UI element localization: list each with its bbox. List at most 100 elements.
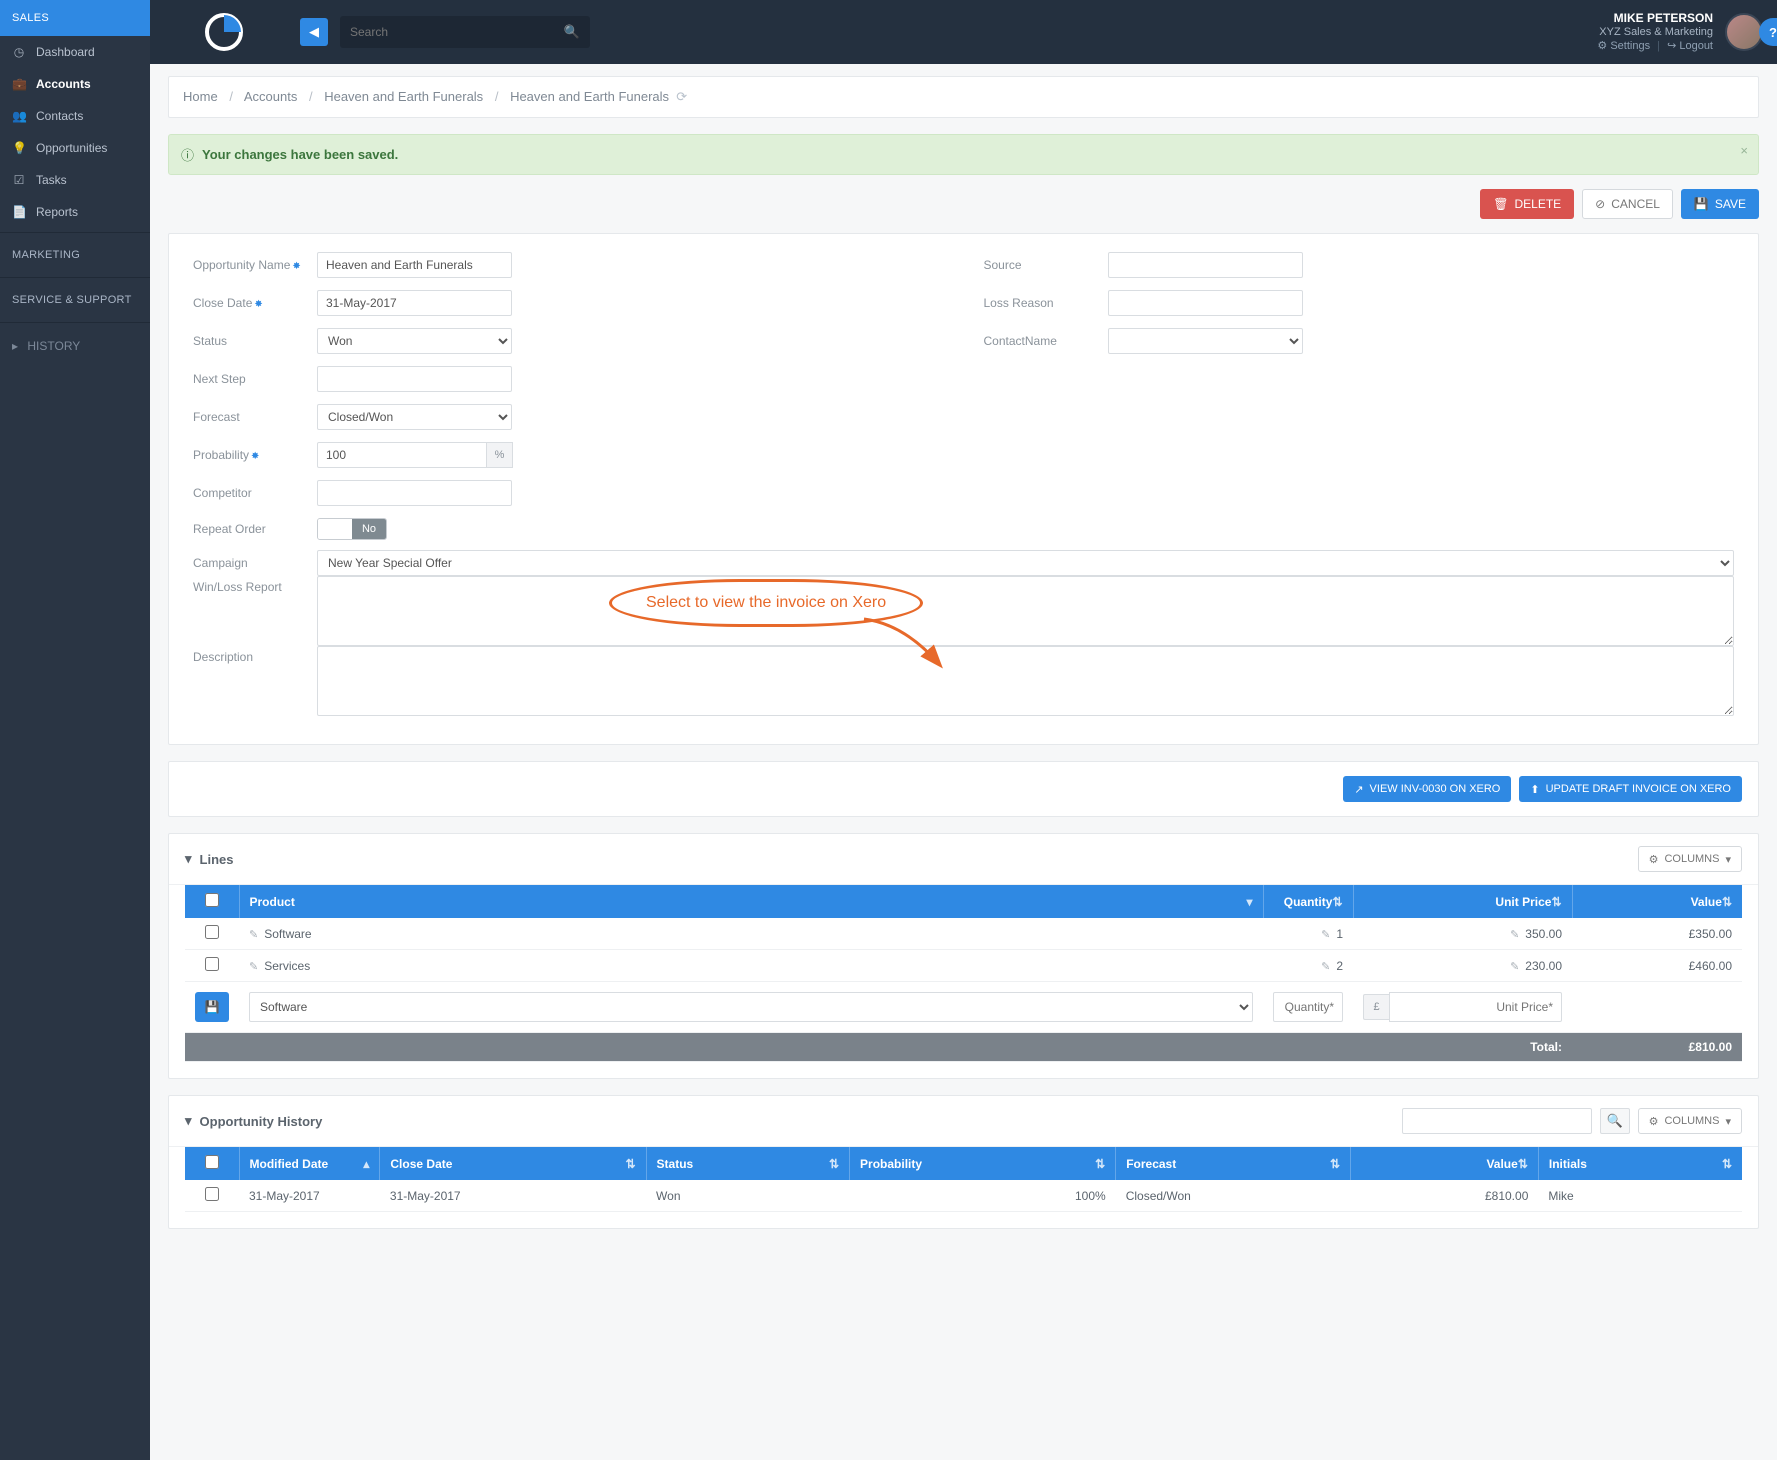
competitor-input[interactable] [317, 480, 512, 506]
lines-header-quantity[interactable]: Quantity⇅ [1263, 885, 1353, 918]
nav-section-marketing[interactable]: MARKETING [0, 237, 150, 273]
cell-quantity: 1 [1336, 927, 1343, 941]
row-checkbox[interactable] [205, 957, 219, 971]
delete-label: DELETE [1514, 197, 1561, 211]
breadcrumb-home[interactable]: Home [183, 89, 218, 104]
lines-columns-button[interactable]: ⚙ COLUMNS ▾ [1638, 846, 1742, 872]
label-loss-reason: Loss Reason [984, 296, 1094, 310]
table-row[interactable]: 31-May-2017 31-May-2017 Won 100% Closed/… [185, 1180, 1742, 1212]
breadcrumb-account[interactable]: Heaven and Earth Funerals [324, 89, 483, 104]
forecast-select[interactable]: Closed/Won [317, 404, 512, 430]
history-header-checkbox[interactable] [185, 1147, 239, 1180]
sort-asc-icon: ▴ [363, 1157, 369, 1171]
add-unitprice-input[interactable] [1389, 992, 1562, 1022]
chevron-down-icon: ▾ [1725, 853, 1731, 866]
sidebar-item-contacts[interactable]: 👥 Contacts [0, 100, 150, 132]
repeat-order-toggle[interactable]: No [317, 518, 387, 540]
sidebar-item-label: Accounts [36, 77, 91, 91]
cell-product: Software [264, 927, 311, 941]
sidebar-item-dashboard[interactable]: ◷ Dashboard [0, 36, 150, 68]
status-select[interactable]: Won [317, 328, 512, 354]
ban-icon: ⊘ [1595, 197, 1605, 211]
delete-button[interactable]: 🗑 DELETE [1480, 189, 1574, 219]
loss-reason-input[interactable] [1108, 290, 1303, 316]
campaign-select[interactable]: New Year Special Offer [317, 550, 1734, 576]
logout-link[interactable]: Logout [1679, 40, 1713, 52]
save-button[interactable]: 💾 SAVE [1681, 189, 1759, 219]
history-header-probability[interactable]: Probability⇅ [850, 1147, 1116, 1180]
history-header-initials[interactable]: Initials⇅ [1538, 1147, 1742, 1180]
sort-icon: ⇅ [625, 1157, 635, 1171]
save-alert: ⓘ Your changes have been saved. × [168, 134, 1759, 175]
row-checkbox[interactable] [205, 1187, 219, 1201]
pencil-icon[interactable]: ✎ [1321, 929, 1330, 941]
probability-input[interactable] [317, 442, 487, 468]
sidebar-item-reports[interactable]: 📄 Reports [0, 196, 150, 228]
cell-modified: 31-May-2017 [239, 1180, 380, 1212]
collapse-sidebar-button[interactable]: ◀ [300, 18, 328, 46]
close-date-input[interactable] [317, 290, 512, 316]
update-invoice-xero-button[interactable]: ⬆ UPDATE DRAFT INVOICE ON XERO [1519, 776, 1742, 802]
global-search[interactable]: 🔍 [340, 16, 590, 48]
settings-link[interactable]: Settings [1610, 40, 1650, 52]
history-search-button[interactable]: 🔍 [1600, 1108, 1630, 1134]
add-line-button[interactable]: 💾 [195, 992, 229, 1022]
history-search-input[interactable] [1402, 1108, 1592, 1134]
lines-header-product[interactable]: Product▾ [239, 885, 1263, 918]
sidebar-item-label: Reports [36, 205, 78, 219]
caret-down-icon[interactable]: ▾ [185, 851, 192, 867]
total-value: £810.00 [1572, 1033, 1742, 1062]
source-input[interactable] [1108, 252, 1303, 278]
close-alert-button[interactable]: × [1740, 143, 1748, 158]
gear-icon: ⚙ [1649, 853, 1659, 866]
sort-icon: ⇅ [1722, 1157, 1732, 1171]
nav-section-service[interactable]: SERVICE & SUPPORT [0, 282, 150, 318]
sidebar-item-tasks[interactable]: ☑ Tasks [0, 164, 150, 196]
sort-icon: ⇅ [1332, 895, 1342, 909]
lines-header-unitprice[interactable]: Unit Price⇅ [1353, 885, 1572, 918]
history-header-close[interactable]: Close Date⇅ [380, 1147, 646, 1180]
row-checkbox[interactable] [205, 925, 219, 939]
table-row[interactable]: ✎Software ✎1 ✎350.00 £350.00 [185, 918, 1742, 950]
history-header-value[interactable]: Value⇅ [1351, 1147, 1539, 1180]
history-header-status[interactable]: Status⇅ [646, 1147, 850, 1180]
caret-down-icon[interactable]: ▾ [185, 1113, 192, 1129]
refresh-icon[interactable]: ⟳ [676, 89, 687, 104]
next-step-input[interactable] [317, 366, 512, 392]
cancel-button[interactable]: ⊘ CANCEL [1582, 189, 1673, 219]
history-table: Modified Date▴ Close Date⇅ Status⇅ Proba… [185, 1147, 1742, 1212]
pencil-icon[interactable]: ✎ [1510, 961, 1519, 973]
nav-section-sales[interactable]: SALES [0, 0, 150, 36]
action-bar: 🗑 DELETE ⊘ CANCEL 💾 SAVE [168, 189, 1759, 219]
opportunity-name-input[interactable] [317, 252, 512, 278]
description-textarea[interactable] [317, 646, 1734, 716]
pencil-icon[interactable]: ✎ [249, 961, 258, 973]
label-next-step: Next Step [193, 372, 303, 386]
search-input[interactable] [350, 25, 564, 39]
lines-header-checkbox[interactable] [185, 885, 239, 918]
sidebar-item-opportunities[interactable]: 💡 Opportunities [0, 132, 150, 164]
view-invoice-xero-button[interactable]: ↗ VIEW INV-0030 ON XERO [1343, 776, 1511, 802]
add-product-select[interactable]: Software [249, 992, 1253, 1022]
lines-header-value[interactable]: Value⇅ [1572, 885, 1742, 918]
label-opportunity-name: Opportunity Name✸ [193, 258, 303, 272]
pencil-icon[interactable]: ✎ [1510, 929, 1519, 941]
sort-icon: ⇅ [829, 1157, 839, 1171]
pencil-icon[interactable]: ✎ [1321, 961, 1330, 973]
sidebar-item-accounts[interactable]: 💼 Accounts [0, 68, 150, 100]
history-header-modified[interactable]: Modified Date▴ [239, 1147, 380, 1180]
winloss-textarea[interactable] [317, 576, 1734, 646]
pencil-icon[interactable]: ✎ [249, 929, 258, 941]
table-row[interactable]: ✎Services ✎2 ✎230.00 £460.00 [185, 950, 1742, 982]
add-quantity-input[interactable] [1273, 992, 1343, 1022]
nav-section-history[interactable]: ▸ HISTORY [0, 327, 150, 365]
breadcrumb-accounts[interactable]: Accounts [244, 89, 297, 104]
history-columns-button[interactable]: ⚙ COLUMNS ▾ [1638, 1108, 1742, 1134]
history-header-forecast[interactable]: Forecast⇅ [1116, 1147, 1351, 1180]
sort-icon: ▾ [1246, 895, 1252, 909]
avatar[interactable] [1725, 13, 1763, 51]
contact-name-select[interactable] [1108, 328, 1303, 354]
cell-unitprice: 230.00 [1525, 959, 1562, 973]
topbar: ◀ 🔍 MIKE PETERSON XYZ Sales & Marketing … [150, 0, 1777, 64]
users-icon: 👥 [12, 109, 26, 123]
